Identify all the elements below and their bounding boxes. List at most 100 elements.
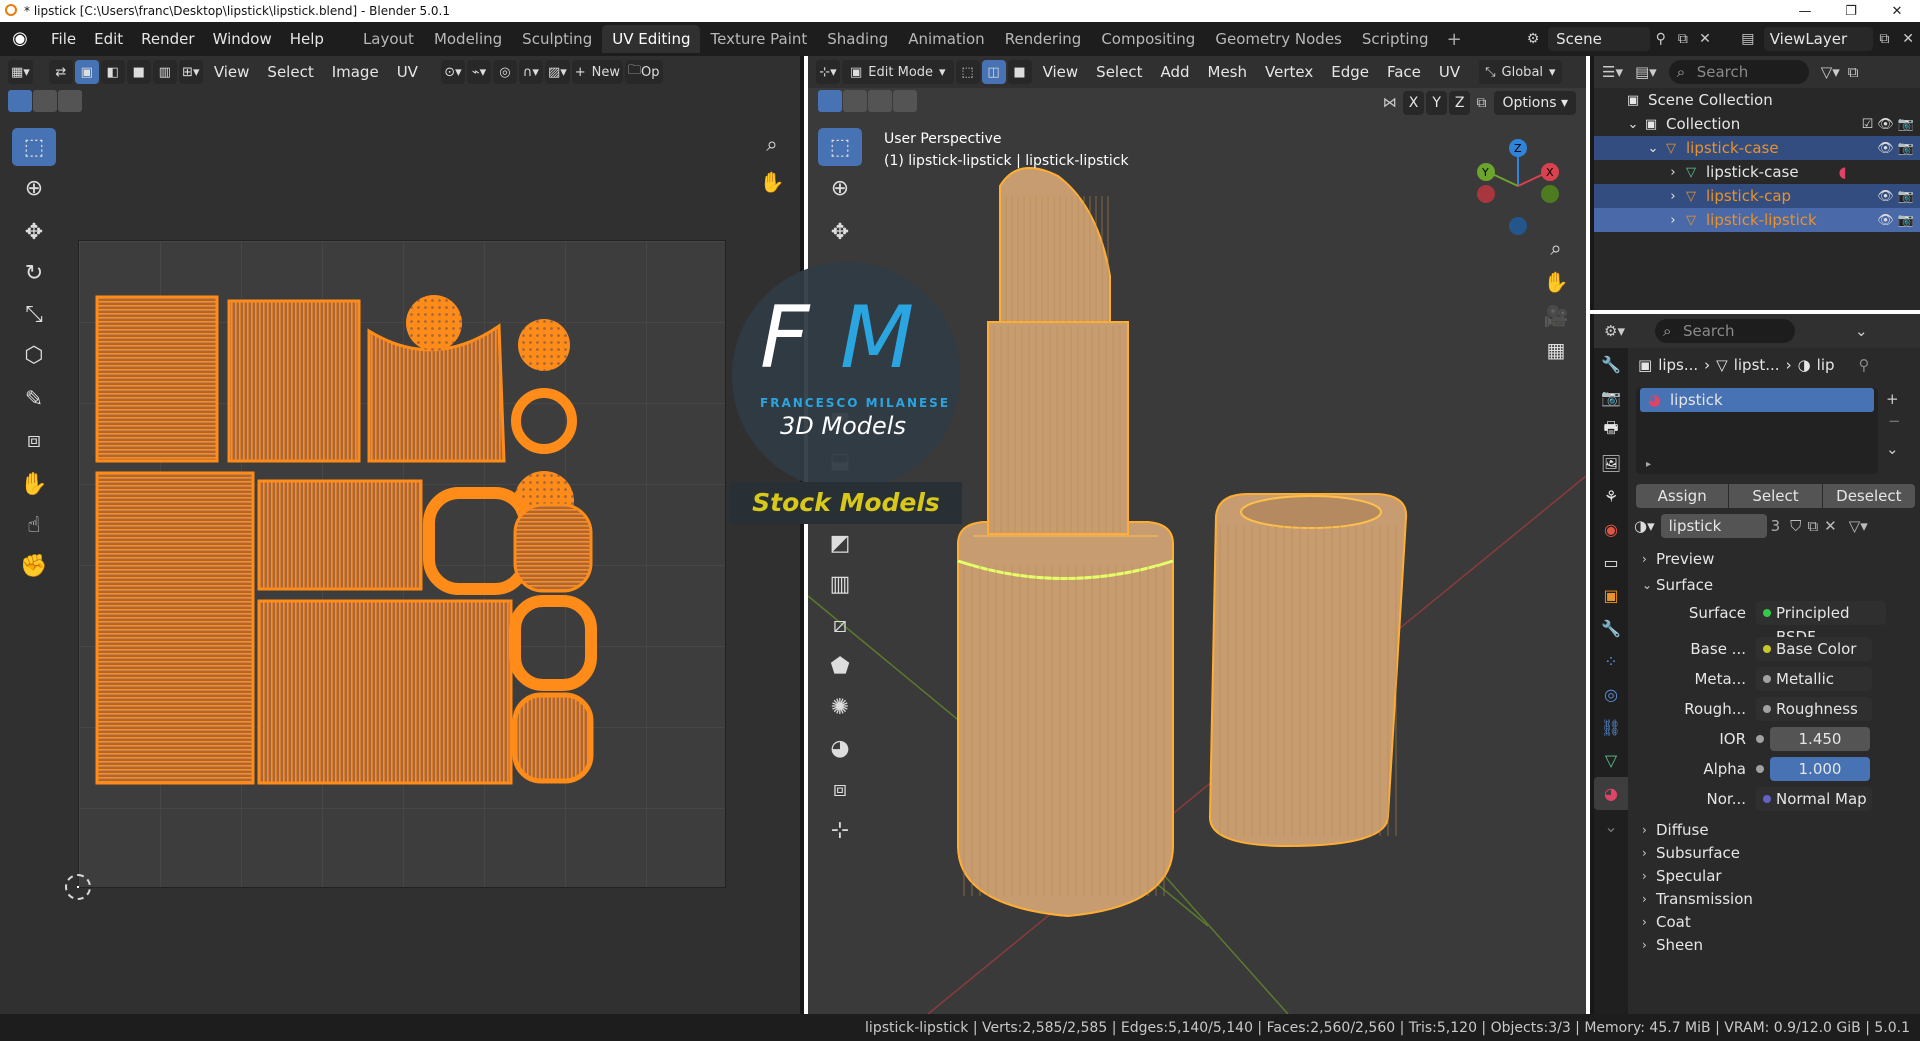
material-browse-icon[interactable]: ◑▾ (1634, 517, 1655, 535)
select-box-new-icon[interactable] (8, 90, 32, 112)
select-extend-icon[interactable] (843, 90, 867, 112)
panel-coat[interactable]: › Coat (1634, 910, 1920, 933)
viewport-move-tool-icon[interactable]: ✥ (818, 213, 862, 251)
camera-icon[interactable]: 📷 (1898, 189, 1914, 204)
mirror-x-toggle[interactable]: X (1402, 91, 1425, 115)
display-mode-icon[interactable]: ▤▾ (1635, 63, 1657, 81)
particles-tab-icon[interactable]: ⁘ (1594, 645, 1628, 678)
properties-options-icon[interactable]: ⌄ (1855, 322, 1868, 340)
collection-tab-icon[interactable]: ▭ (1594, 546, 1628, 579)
material-users-count[interactable]: 3 (1771, 517, 1781, 535)
poly-build-tool-icon[interactable]: ⬟ (818, 647, 862, 685)
fake-user-icon[interactable]: ⛉ (1790, 517, 1801, 535)
blender-menu-icon[interactable]: ◉ (6, 29, 34, 49)
new-scene-icon[interactable]: ⧉ (1672, 31, 1694, 47)
edge-mode-icon[interactable]: ◫ (981, 60, 1006, 84)
ior-slider[interactable]: 1.450 (1770, 727, 1870, 751)
camera-view-icon[interactable]: 🎥 (1540, 300, 1572, 332)
falloff-icon[interactable]: ∩▾ (518, 60, 543, 84)
face-mode-icon[interactable]: ■ (1007, 60, 1032, 84)
mode-selector[interactable]: ▣ Edit Mode ▾ (842, 60, 954, 84)
checkbox-icon[interactable]: ☑ (1862, 117, 1874, 132)
deselect-button[interactable]: Deselect (1822, 484, 1915, 508)
tab-scripting[interactable]: Scripting (1352, 25, 1439, 53)
move-tool-icon[interactable]: ✥ (12, 213, 56, 251)
viewport-select-tool-icon[interactable]: ⬚ (818, 128, 862, 166)
viewport-menu-face[interactable]: Face (1378, 63, 1430, 81)
view-layer-field[interactable]: ViewLayer (1763, 27, 1873, 51)
delete-scene-icon[interactable]: ✕ (1694, 31, 1716, 47)
transform-tool-icon[interactable]: ⬡ (12, 336, 56, 374)
uv-2d-cursor[interactable] (65, 874, 91, 900)
scene-name-field[interactable]: Scene (1548, 27, 1650, 51)
select-button[interactable]: Select (1729, 484, 1822, 508)
viewport-menu-mesh[interactable]: Mesh (1199, 63, 1257, 81)
normal-map-link-field[interactable]: Normal Map (1756, 787, 1872, 811)
panel-subsurface[interactable]: › Subsurface (1634, 841, 1920, 864)
viewport-menu-add[interactable]: Add (1151, 63, 1198, 81)
properties-search-input[interactable]: ⌕ Search (1654, 319, 1795, 343)
list-resize-icon[interactable]: ▸ (1646, 459, 1651, 470)
viewport-cursor-tool-icon[interactable]: ⊕ (818, 169, 862, 207)
pin-icon[interactable]: ⚲ (1859, 356, 1870, 374)
new-view-layer-icon[interactable]: ⧉ (1873, 31, 1897, 47)
eye-icon[interactable]: 👁 (1877, 117, 1894, 132)
viewport-menu-uv[interactable]: UV (1430, 63, 1469, 81)
tool-tab-icon[interactable]: 🔧 (1594, 348, 1628, 381)
tab-geometry-nodes[interactable]: Geometry Nodes (1205, 25, 1352, 53)
orientation-selector[interactable]: ⤡ Global ▾ (1479, 60, 1562, 84)
slot-menu-icon[interactable]: ⌄ (1886, 440, 1899, 458)
filter-icon[interactable]: ▽▾ (1821, 63, 1840, 81)
metallic-link-field[interactable]: Metallic (1756, 667, 1872, 691)
bevel-tool-icon[interactable]: ◩ (818, 524, 862, 562)
outliner-row-lipstick-case[interactable]: ⌄ ▽ lipstick-case 👁 📷 (1594, 136, 1920, 160)
select-box-subtract-icon[interactable] (58, 90, 82, 112)
uv-menu-select[interactable]: Select (258, 63, 322, 81)
3d-viewport[interactable]: ⊹▾ ▣ Edit Mode ▾ ⬚ ◫ ■ View Select Add Me… (808, 56, 1586, 1014)
uv-menu-uv[interactable]: UV (388, 63, 427, 81)
uv-menu-view[interactable]: View (205, 63, 259, 81)
editor-type-icon[interactable]: ▦▾ (8, 60, 33, 84)
image-browse-icon[interactable]: ▨▾ (544, 60, 570, 84)
expand-chevron-icon[interactable]: › (1664, 187, 1682, 205)
tab-compositing[interactable]: Compositing (1091, 25, 1205, 53)
new-collection-icon[interactable]: ⧉ (1848, 63, 1859, 81)
duplicate-material-icon[interactable]: ⧉ (1807, 517, 1818, 535)
loop-cut-tool-icon[interactable]: ▥ (818, 565, 862, 603)
mirror-y-toggle[interactable]: Y (1426, 91, 1447, 115)
viewport-menu-select[interactable]: Select (1087, 63, 1151, 81)
menu-edit[interactable]: Edit (85, 22, 132, 56)
uv-canvas[interactable] (78, 240, 726, 888)
tab-sculpting[interactable]: Sculpting (512, 25, 602, 53)
mirror-icon[interactable]: ⋈ (1383, 95, 1397, 111)
panel-surface[interactable]: ⌄ Surface (1634, 572, 1920, 598)
proportional-edit-icon[interactable]: ◎ (492, 60, 517, 84)
zoom-icon[interactable]: ⌕ (756, 128, 788, 160)
panel-transmission[interactable]: › Transmission (1634, 887, 1920, 910)
minimize-icon[interactable]: — (1782, 0, 1828, 22)
snap-icon[interactable]: ⌁▾ (466, 60, 491, 84)
panel-preview[interactable]: › Preview (1634, 546, 1920, 572)
link-options-icon[interactable]: ▽▾ (1849, 517, 1868, 535)
annotate-tool-icon[interactable]: ✎ (12, 380, 56, 418)
pinch-tool-icon[interactable]: ✊ (12, 547, 56, 585)
material-slot-item[interactable]: ◕ lipstick (1640, 388, 1874, 412)
modifier-tab-icon[interactable]: 🔧 (1594, 612, 1628, 645)
outliner-row-lipstick-case-mesh[interactable]: › ▽ lipstick-case ◖ (1594, 160, 1920, 184)
unlink-material-icon[interactable]: ✕ (1824, 517, 1837, 535)
material-tab-icon[interactable]: ◕ (1594, 777, 1628, 810)
edge-select-icon[interactable]: ◧ (100, 60, 125, 84)
select-intersect-icon[interactable] (893, 90, 917, 112)
world-tab-icon[interactable]: ◉ (1594, 513, 1628, 546)
select-subtract-icon[interactable] (868, 90, 892, 112)
relax-tool-icon[interactable]: ☝ (12, 506, 56, 544)
view-layer-icon[interactable]: ▤ (1736, 31, 1760, 47)
properties-editor-icon[interactable]: ⚙▾ (1604, 322, 1625, 340)
eye-icon[interactable]: 👁 (1877, 213, 1894, 228)
uv-menu-image[interactable]: Image (323, 63, 388, 81)
face-select-icon[interactable]: ■ (126, 60, 151, 84)
options-dropdown[interactable]: Options ▾ (1494, 91, 1576, 115)
menu-render[interactable]: Render (132, 22, 203, 56)
ortho-toggle-icon[interactable]: ▦ (1540, 334, 1572, 366)
panel-sheen[interactable]: › Sheen (1634, 933, 1920, 956)
